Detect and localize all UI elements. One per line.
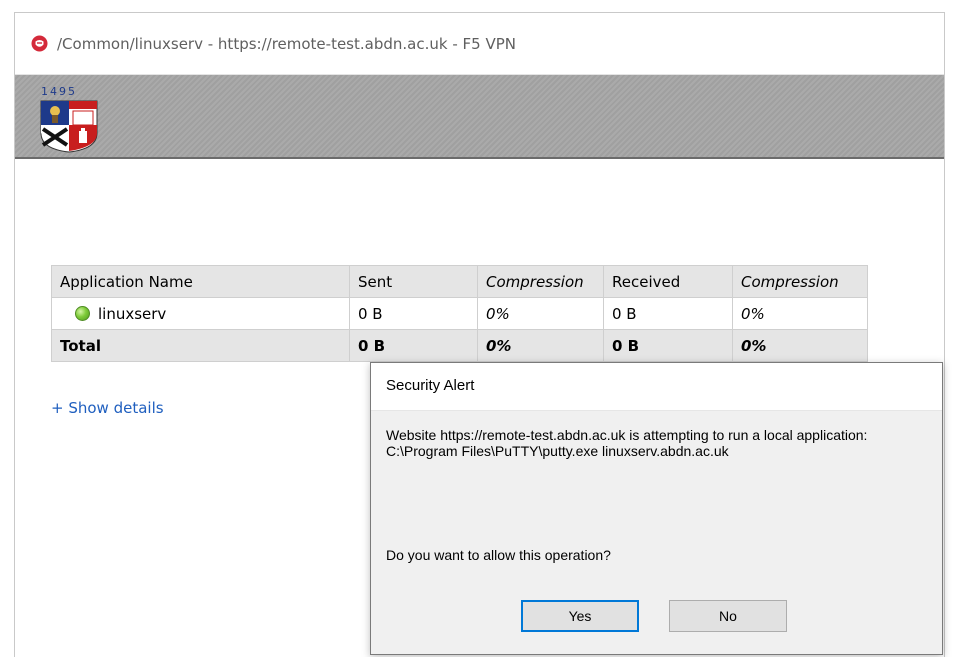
university-crest-logo: 1495 [39,85,99,153]
show-details-link[interactable]: + Show details [51,399,164,417]
sent-cell: 0 B [349,297,478,330]
crest-year: 1495 [41,85,77,98]
window-titlebar: /Common/linuxserv - https://remote-test.… [15,13,944,75]
header-banner: 1495 [15,75,944,159]
sent-compression-cell: 0% [477,297,604,330]
dialog-title: Security Alert [386,377,475,394]
total-sent: 0 B [349,329,478,362]
dialog-question: Do you want to allow this operation? [386,547,611,563]
total-label: Total [51,329,350,362]
security-alert-dialog: Security Alert Website https://remote-te… [370,362,943,655]
total-sent-compression: 0% [477,329,604,362]
dialog-message: Website https://remote-test.abdn.ac.uk i… [386,427,926,459]
app-name-cell: linuxserv [51,297,350,330]
received-cell: 0 B [603,297,733,330]
dialog-titlebar: Security Alert [371,363,942,411]
f5-vpn-app-icon [31,35,48,52]
table-header-row: Application Name Sent Compression Receiv… [51,265,868,298]
app-name: linuxserv [98,304,167,323]
received-compression-cell: 0% [732,297,868,330]
table-total-row: Total 0 B 0% 0 B 0% [51,329,868,362]
table-row: linuxserv 0 B 0% 0 B 0% [51,297,868,330]
col-header-sent: Sent [349,265,478,298]
dialog-message-line1: Website https://remote-test.abdn.ac.uk i… [386,427,868,443]
total-received: 0 B [603,329,733,362]
dialog-message-line2: C:\Program Files\PuTTY\putty.exe linuxse… [386,443,729,459]
no-button[interactable]: No [669,600,787,632]
crest-shield-icon [40,100,98,153]
connected-status-icon [75,305,90,321]
col-header-received-compression: Compression [732,265,868,298]
application-stats-table: Application Name Sent Compression Receiv… [51,265,868,362]
col-header-received: Received [603,265,733,298]
yes-button[interactable]: Yes [521,600,639,632]
col-header-sent-compression: Compression [477,265,604,298]
total-received-compression: 0% [732,329,868,362]
col-header-application-name: Application Name [51,265,350,298]
window-title: /Common/linuxserv - https://remote-test.… [57,35,516,53]
